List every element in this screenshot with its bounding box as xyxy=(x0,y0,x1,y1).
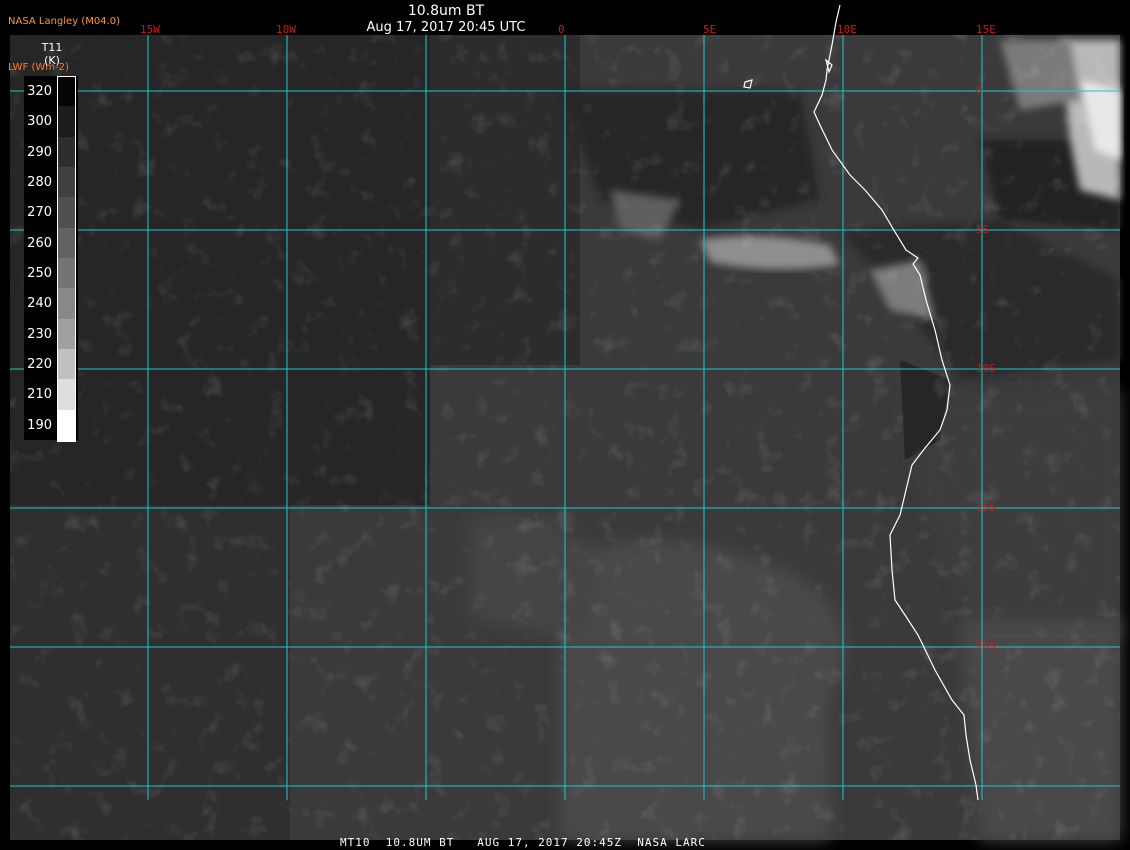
lon-label-10w: 10W xyxy=(276,23,296,36)
lat-label-0: 0 xyxy=(976,84,983,97)
lat-label-20s: 20S xyxy=(976,640,996,653)
legend-swatch xyxy=(57,409,76,443)
legend-value: 240 xyxy=(27,296,52,312)
credit-label: NASA Langley (M04.0) xyxy=(8,16,120,27)
product-title: 10.8um BT xyxy=(407,3,485,19)
legend-row: 220 xyxy=(24,349,78,381)
legend-row: 320 xyxy=(24,76,78,109)
legend-value: 280 xyxy=(27,175,52,190)
legend-swatch xyxy=(57,318,76,351)
legend-swatch xyxy=(57,227,76,260)
legend-swatch xyxy=(57,288,76,321)
legend-value: 320 xyxy=(27,84,52,99)
legend-row: 240 xyxy=(24,288,78,321)
legend-value: 190 xyxy=(27,417,52,433)
legend-swatch xyxy=(57,197,76,230)
legend-value: 270 xyxy=(27,205,52,221)
legend-value: 300 xyxy=(27,114,52,130)
legend-value: 250 xyxy=(27,266,52,281)
lon-label-5e: 5E xyxy=(703,23,717,36)
legend-row: 190 xyxy=(24,409,78,443)
legend-unit: (K) xyxy=(44,54,60,67)
lon-label-15w: 15W xyxy=(140,23,160,36)
legend-row: 210 xyxy=(24,379,78,412)
legend-swatch xyxy=(57,136,76,169)
legend-value: 260 xyxy=(27,235,52,251)
legend-row: 230 xyxy=(24,318,78,351)
legend-value: 210 xyxy=(27,387,52,403)
lon-label-15e: 15E xyxy=(976,23,996,36)
legend-row: 290 xyxy=(24,136,78,169)
legend-row: 260 xyxy=(24,227,78,260)
legend-swatch xyxy=(57,76,76,109)
legend-value: 290 xyxy=(27,144,52,160)
color-legend: 320 300 290 280 270 260 250 240 230 220 210 190 xyxy=(24,76,78,443)
legend-row: 300 xyxy=(24,106,78,139)
legend-value: 220 xyxy=(27,357,52,372)
image-datetime: Aug 17, 2017 20:45 UTC xyxy=(366,20,526,35)
legend-swatch xyxy=(57,349,76,381)
lon-label-0: 0 xyxy=(558,23,565,36)
legend-swatch xyxy=(57,379,76,412)
legend-value: 230 xyxy=(27,326,52,342)
legend-row: 250 xyxy=(24,258,78,290)
lat-label-10s: 10S xyxy=(976,362,996,375)
legend-swatch xyxy=(57,106,76,139)
legend-row: 270 xyxy=(24,197,78,230)
legend-swatch xyxy=(57,258,76,290)
lat-label-15s: 15S xyxy=(976,501,996,514)
satellite-map xyxy=(0,0,1130,850)
footer-caption: MT10 10.8UM BT AUG 17, 2017 20:45Z NASA … xyxy=(340,836,706,849)
legend-variable: T11 xyxy=(41,41,63,54)
lon-label-10e: 10E xyxy=(837,23,857,36)
lat-label-5s: 5S xyxy=(976,223,990,236)
legend-swatch xyxy=(57,167,76,199)
legend-row: 280 xyxy=(24,167,78,199)
